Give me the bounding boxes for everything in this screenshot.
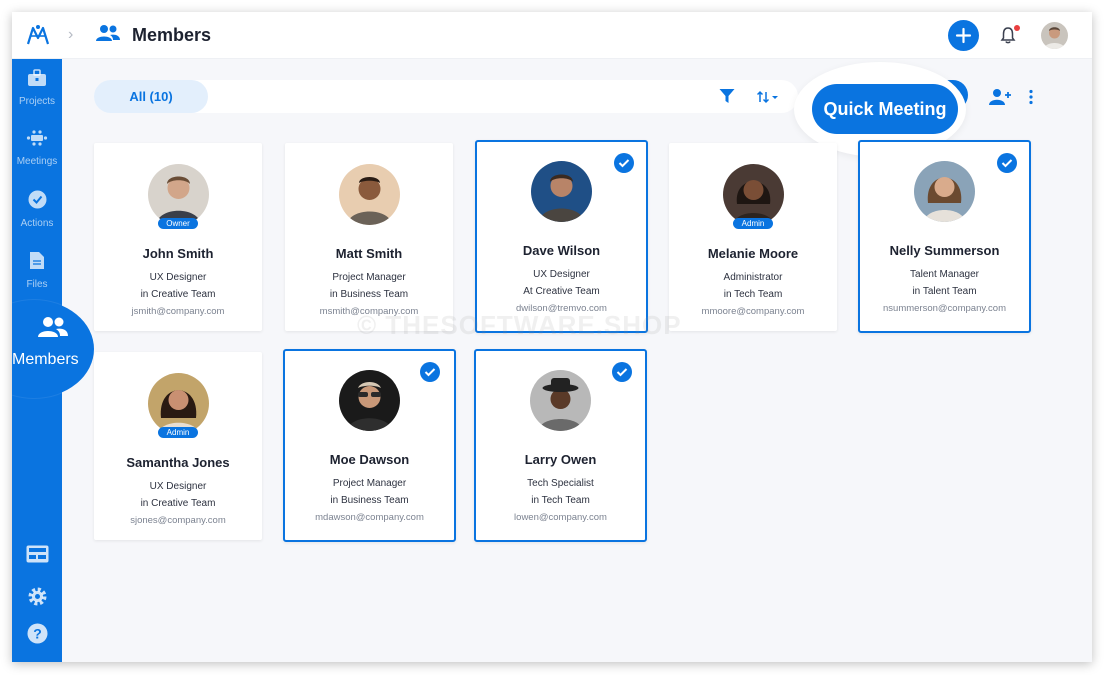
member-name: Nelly Summerson bbox=[889, 243, 1000, 258]
member-avatar bbox=[148, 164, 209, 225]
member-name: Larry Owen bbox=[524, 452, 597, 467]
selected-check-icon[interactable] bbox=[612, 362, 632, 382]
members-icon bbox=[96, 25, 120, 41]
sort-icon[interactable] bbox=[757, 90, 779, 104]
member-card-selected[interactable]: Moe Dawson Project Manager in Business T… bbox=[283, 349, 456, 542]
quick-meeting-button[interactable]: Quick Meeting bbox=[812, 84, 958, 134]
more-options-icon[interactable] bbox=[1028, 89, 1034, 105]
user-avatar[interactable] bbox=[1041, 22, 1068, 49]
sidebar-item-label: Projects bbox=[18, 96, 56, 107]
member-team: in Tech Team bbox=[723, 289, 783, 300]
role-badge: Owner bbox=[158, 218, 198, 229]
member-name: John Smith bbox=[142, 246, 214, 261]
member-card-selected[interactable]: Nelly Summerson Talent Manager in Talent… bbox=[858, 140, 1031, 333]
member-role: UX Designer bbox=[149, 481, 207, 492]
member-name: Moe Dawson bbox=[329, 452, 410, 467]
member-team: in Creative Team bbox=[140, 498, 216, 509]
filter-icon[interactable] bbox=[719, 88, 735, 104]
member-name: Dave Wilson bbox=[522, 243, 601, 258]
member-avatar bbox=[723, 164, 784, 225]
member-role: Tech Specialist bbox=[527, 478, 594, 489]
sidebar-item-projects[interactable]: Projects bbox=[12, 69, 62, 107]
member-card-selected[interactable]: Dave Wilson UX Designer At Creative Team… bbox=[475, 140, 648, 333]
member-email: nsummerson@company.com bbox=[883, 303, 1006, 314]
member-card[interactable]: Admin Melanie Moore Administrator in Tec… bbox=[669, 143, 837, 331]
member-role: Project Manager bbox=[332, 478, 407, 489]
member-email: sjones@company.com bbox=[130, 515, 226, 526]
member-card-selected[interactable]: Larry Owen Tech Specialist in Tech Team … bbox=[474, 349, 647, 542]
help-icon[interactable]: ? bbox=[27, 623, 48, 644]
sidebar-item-files[interactable]: Files bbox=[12, 251, 62, 290]
member-role: Talent Manager bbox=[910, 269, 979, 280]
member-card[interactable]: Matt Smith Project Manager in Business T… bbox=[285, 143, 453, 331]
selected-check-icon[interactable] bbox=[997, 153, 1017, 173]
breadcrumb-chevron-icon: › bbox=[68, 26, 74, 43]
member-email: mdawson@company.com bbox=[315, 512, 424, 523]
member-card[interactable]: Admin Samantha Jones UX Designer in Crea… bbox=[94, 352, 262, 540]
members-icon bbox=[38, 317, 68, 337]
member-role: Project Manager bbox=[332, 272, 406, 283]
member-avatar bbox=[914, 161, 975, 222]
member-role: Administrator bbox=[723, 272, 783, 283]
member-email: mmoore@company.com bbox=[701, 306, 805, 317]
member-avatar bbox=[530, 370, 591, 431]
keyboard-icon[interactable] bbox=[26, 545, 49, 563]
member-role: UX Designer bbox=[149, 272, 207, 283]
check-circle-icon bbox=[28, 190, 46, 209]
member-email: lowen@company.com bbox=[514, 512, 607, 523]
sidebar-item-meetings[interactable]: Meetings bbox=[12, 129, 62, 167]
page-title: Members bbox=[132, 25, 212, 45]
member-email: jsmith@company.com bbox=[131, 306, 225, 317]
member-avatar bbox=[148, 373, 209, 434]
briefcase-icon bbox=[28, 69, 46, 86]
member-team: in Creative Team bbox=[140, 289, 216, 300]
member-team: in Talent Team bbox=[912, 286, 977, 297]
member-team: in Business Team bbox=[330, 495, 409, 506]
tab-all[interactable]: All (10) bbox=[94, 80, 208, 113]
app-logo-icon[interactable] bbox=[26, 24, 50, 46]
selected-check-icon[interactable] bbox=[614, 153, 634, 173]
member-name: Samantha Jones bbox=[126, 455, 230, 470]
member-team: in Tech Team bbox=[531, 495, 590, 506]
meeting-table-icon bbox=[26, 130, 48, 146]
notification-dot bbox=[1014, 25, 1020, 31]
member-avatar bbox=[531, 161, 592, 222]
settings-gear-icon[interactable] bbox=[27, 586, 48, 607]
member-team: At Creative Team bbox=[523, 286, 600, 297]
svg-text:?: ? bbox=[33, 626, 42, 642]
add-button[interactable] bbox=[948, 20, 979, 51]
plus-icon bbox=[955, 27, 972, 44]
sidebar-item-label: Files bbox=[26, 279, 48, 290]
sidebar-item-label: Meetings bbox=[16, 156, 58, 167]
member-avatar bbox=[339, 370, 400, 431]
sidebar-item-label: Actions bbox=[20, 218, 54, 229]
sidebar-item-members[interactable]: Members bbox=[12, 300, 94, 398]
add-member-icon[interactable] bbox=[988, 88, 1012, 106]
role-badge: Admin bbox=[733, 218, 773, 229]
file-icon bbox=[30, 252, 44, 269]
member-team: in Business Team bbox=[329, 289, 409, 300]
member-role: UX Designer bbox=[533, 269, 590, 280]
member-name: Matt Smith bbox=[335, 246, 403, 261]
watermark: © THESOFTWARE.SHOP bbox=[357, 310, 682, 340]
member-card[interactable]: Owner John Smith UX Designer in Creative… bbox=[94, 143, 262, 331]
member-avatar bbox=[339, 164, 400, 225]
role-badge: Admin bbox=[158, 427, 198, 438]
filter-bar: All (10) bbox=[94, 80, 798, 113]
member-name: Melanie Moore bbox=[707, 246, 799, 261]
selected-check-icon[interactable] bbox=[420, 362, 440, 382]
top-header: › Members bbox=[12, 12, 1092, 59]
sidebar-item-label: Members bbox=[12, 351, 79, 368]
sidebar-item-actions[interactable]: Actions bbox=[12, 190, 62, 229]
app-window: › Members Projects Meetings Actions File… bbox=[12, 12, 1092, 662]
